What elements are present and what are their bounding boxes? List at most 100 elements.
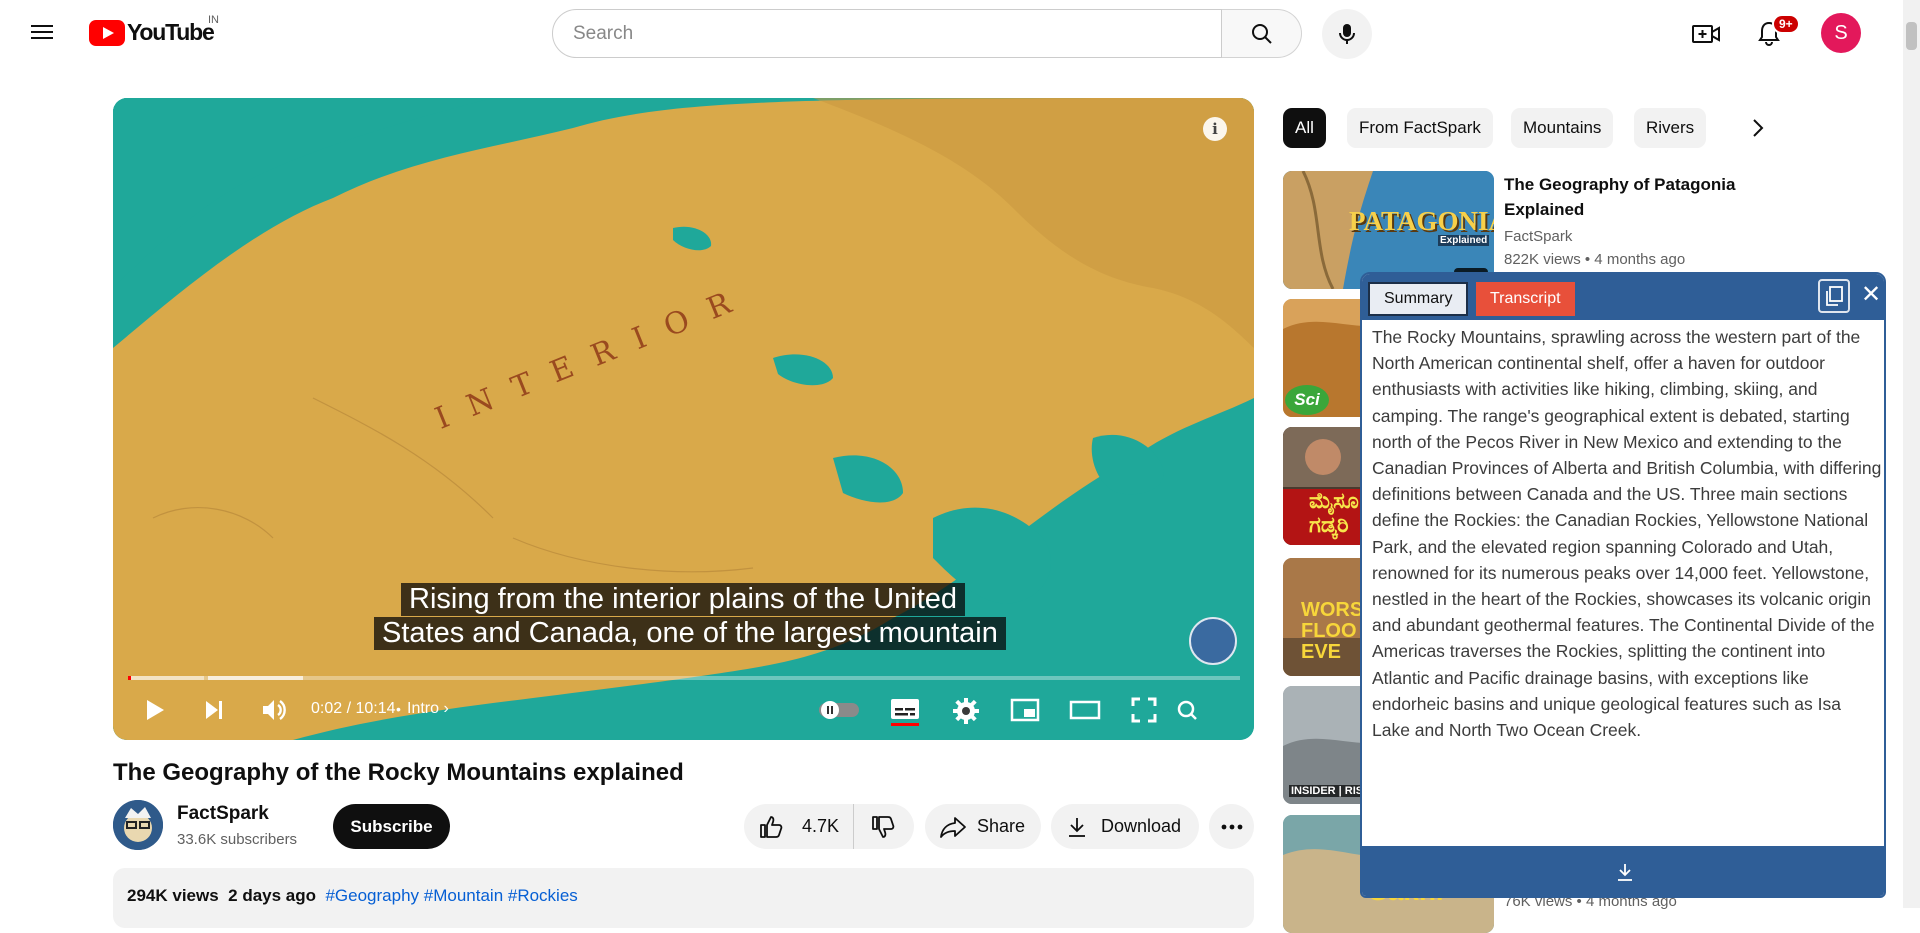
sci-show-logo: Sci (1285, 385, 1329, 415)
recommendation-channel[interactable]: FactSpark (1504, 228, 1572, 245)
recommendation-meta: 822K views • 4 months ago (1504, 251, 1685, 268)
menu-icon[interactable] (31, 21, 55, 45)
view-count: 294K views (127, 886, 219, 905)
recommendation-title[interactable]: The Geography of Patagonia Explained (1504, 172, 1804, 222)
video-add-icon (1692, 25, 1720, 43)
subscriber-count: 33.6K subscribers (177, 831, 298, 848)
chip-mountains[interactable]: Mountains (1511, 108, 1614, 148)
next-button[interactable] (200, 696, 228, 724)
skip-next-icon (206, 701, 222, 719)
download-button[interactable]: Download (1051, 804, 1199, 849)
mute-button[interactable] (258, 694, 290, 726)
summary-panel: Summary Transcript ✕ The Rocky Mountains… (1360, 272, 1886, 898)
search-input[interactable]: Search (552, 9, 1222, 58)
progress-bar[interactable] (128, 676, 1240, 680)
recommendation-age: • 4 months ago (1584, 251, 1686, 268)
subtitles-icon (891, 699, 919, 719)
chapter-button[interactable]: Intro › (407, 700, 449, 718)
subscribe-button[interactable]: Subscribe (333, 804, 450, 849)
more-actions-button[interactable] (1209, 804, 1254, 849)
tab-transcript[interactable]: Transcript (1476, 282, 1575, 316)
caption-line-1: Rising from the interior plains of the U… (401, 583, 966, 616)
share-label: Share (977, 816, 1026, 836)
close-icon: ✕ (1860, 280, 1882, 308)
channel-watermark[interactable] (1189, 617, 1237, 665)
like-count: 4.7K (802, 816, 840, 836)
thumbnail-title: PATAGONIA (1349, 206, 1494, 236)
upload-age: 2 days ago (228, 886, 317, 905)
panel-download-button[interactable] (1362, 846, 1884, 896)
tab-summary[interactable]: Summary (1368, 282, 1469, 316)
caption-line-2: States and Canada, one of the largest mo… (374, 617, 1006, 650)
summary-text: The Rocky Mountains, sprawling across th… (1372, 327, 1882, 741)
share-icon (940, 816, 966, 838)
gear-icon (953, 698, 979, 724)
logo-text: YouTube (127, 19, 215, 45)
thumbs-up-icon (760, 815, 783, 838)
create-button[interactable] (1690, 18, 1722, 50)
autoplay-icon (819, 701, 859, 719)
youtube-logo[interactable]: YouTube (89, 19, 215, 46)
miniplayer-icon (1010, 698, 1040, 722)
channel-name[interactable]: FactSpark (177, 803, 269, 825)
search-placeholder: Search (573, 22, 634, 44)
time-display: 0:02 / 10:14 (311, 700, 396, 717)
settings-button[interactable] (951, 696, 981, 726)
autoplay-toggle[interactable] (818, 698, 860, 722)
channel-logo-icon (113, 800, 163, 850)
search-icon (1177, 700, 1197, 720)
copy-icon (1826, 286, 1843, 306)
chapter-separator: • (396, 701, 401, 717)
recommendation-views: 822K views (1504, 251, 1581, 268)
country-code: IN (208, 14, 219, 26)
masthead: YouTube IN Search 9+ S (0, 0, 1920, 66)
download-label: Download (1101, 816, 1182, 836)
play-button[interactable] (141, 696, 169, 724)
share-button[interactable]: Share (925, 804, 1041, 849)
play-icon (147, 700, 164, 720)
chip-from-factspark[interactable]: From FactSpark (1347, 108, 1493, 148)
miniplayer-button[interactable] (1009, 697, 1041, 723)
search-icon (1251, 23, 1272, 44)
subtitles-button[interactable] (889, 696, 921, 722)
chapter-segment (128, 676, 204, 680)
info-button[interactable]: i (1203, 117, 1227, 141)
close-button[interactable]: ✕ (1859, 280, 1883, 308)
chapter-title: Intro (407, 700, 440, 717)
progress-played (128, 676, 132, 680)
page-scrollbar[interactable] (1903, 0, 1920, 908)
like-button[interactable]: 4.7K (744, 804, 854, 849)
chapter-segment (208, 676, 303, 680)
account-avatar[interactable]: S (1821, 13, 1861, 53)
dislike-button[interactable] (854, 804, 912, 849)
player-search-button[interactable] (1175, 698, 1199, 722)
panel-header: Summary Transcript ✕ (1362, 274, 1884, 320)
microphone-icon (1339, 24, 1355, 44)
chip-all[interactable]: All (1283, 108, 1326, 148)
like-dislike-group: 4.7K (744, 804, 914, 849)
more-horizontal-icon (1221, 824, 1242, 829)
youtube-play-icon (89, 19, 125, 46)
theater-icon (1069, 700, 1101, 720)
fullscreen-button[interactable] (1130, 696, 1158, 724)
volume-icon (263, 700, 286, 720)
copy-button[interactable] (1818, 279, 1850, 313)
chip-rivers[interactable]: Rivers (1634, 108, 1707, 148)
subtitles-active-indicator (891, 723, 919, 726)
search-button[interactable] (1222, 9, 1302, 58)
fullscreen-icon (1131, 697, 1157, 723)
channel-avatar[interactable] (113, 800, 163, 850)
scrollbar-thumb[interactable] (1906, 22, 1917, 50)
chevron-right-icon (1753, 119, 1764, 137)
notification-badge: 9+ (1772, 14, 1800, 34)
thumbs-down-icon (872, 815, 895, 838)
chips-next-button[interactable] (1738, 108, 1778, 148)
download-icon (1618, 864, 1632, 881)
voice-search-button[interactable] (1322, 9, 1372, 59)
description-meta: 294K views 2 days ago #Geography #Mounta… (127, 886, 578, 906)
download-icon (1069, 817, 1085, 837)
hashtags[interactable]: #Geography #Mountain #Rockies (325, 886, 577, 905)
video-title: The Geography of the Rocky Mountains exp… (113, 759, 684, 786)
theater-mode-button[interactable] (1068, 697, 1102, 723)
thumbnail-subtitle: Explained (1438, 235, 1490, 246)
